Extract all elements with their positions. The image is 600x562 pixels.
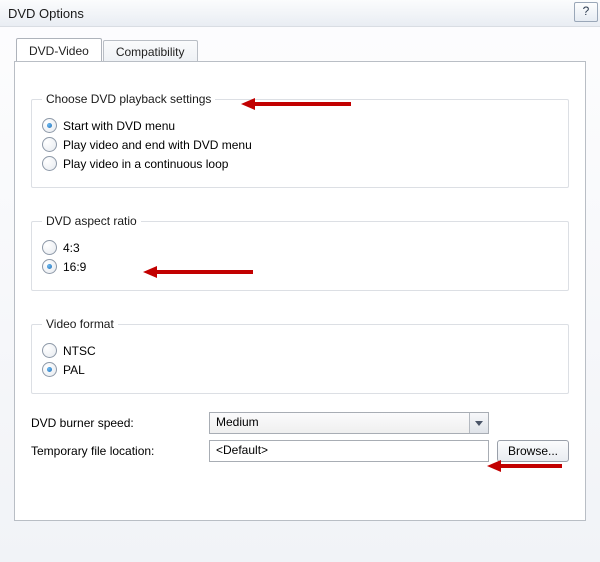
burner-speed-dropdown[interactable]: Medium bbox=[209, 412, 489, 434]
radio-icon bbox=[42, 118, 57, 133]
tabstrip: DVD-Video Compatibility bbox=[16, 37, 586, 61]
row-burner-speed: DVD burner speed: Medium bbox=[31, 412, 569, 434]
group-legend: DVD aspect ratio bbox=[42, 214, 141, 228]
row-temp-location: Temporary file location: <Default> Brows… bbox=[31, 440, 569, 462]
tab-label: Compatibility bbox=[116, 45, 185, 59]
radio-label: 4:3 bbox=[63, 241, 80, 255]
browse-button[interactable]: Browse... bbox=[497, 440, 569, 462]
tabpanel-dvd-video: Choose DVD playback settings Start with … bbox=[14, 61, 586, 521]
tab-dvd-video[interactable]: DVD-Video bbox=[16, 38, 102, 61]
dropdown-value: Medium bbox=[216, 415, 259, 429]
radio-icon bbox=[42, 156, 57, 171]
label-temp-location: Temporary file location: bbox=[31, 444, 201, 458]
radio-start-with-menu[interactable]: Start with DVD menu bbox=[42, 118, 558, 133]
radio-icon bbox=[42, 240, 57, 255]
radio-label: PAL bbox=[63, 363, 85, 377]
chevron-down-icon bbox=[469, 413, 488, 433]
radio-icon bbox=[42, 259, 57, 274]
tab-compatibility[interactable]: Compatibility bbox=[103, 40, 198, 62]
dvd-options-window: DVD Options ? DVD-Video Compatibility Ch… bbox=[0, 0, 600, 562]
text-value: <Default> bbox=[216, 443, 268, 457]
window-title: DVD Options bbox=[8, 6, 84, 21]
titlebar: DVD Options ? bbox=[0, 0, 600, 27]
radio-aspect-4-3[interactable]: 4:3 bbox=[42, 240, 558, 255]
tab-label: DVD-Video bbox=[29, 44, 89, 58]
label-burner-speed: DVD burner speed: bbox=[31, 416, 201, 430]
group-video-format: Video format NTSC PAL bbox=[31, 317, 569, 394]
button-label: Browse... bbox=[508, 444, 558, 458]
radio-aspect-16-9[interactable]: 16:9 bbox=[42, 259, 558, 274]
group-aspect-ratio: DVD aspect ratio 4:3 16:9 bbox=[31, 214, 569, 291]
radio-label: Start with DVD menu bbox=[63, 119, 175, 133]
group-playback-settings: Choose DVD playback settings Start with … bbox=[31, 92, 569, 188]
radio-continuous-loop[interactable]: Play video in a continuous loop bbox=[42, 156, 558, 171]
temp-location-field[interactable]: <Default> bbox=[209, 440, 489, 462]
radio-icon bbox=[42, 137, 57, 152]
radio-label: 16:9 bbox=[63, 260, 86, 274]
radio-icon bbox=[42, 343, 57, 358]
radio-label: Play video in a continuous loop bbox=[63, 157, 228, 171]
radio-label: Play video and end with DVD menu bbox=[63, 138, 252, 152]
group-legend: Video format bbox=[42, 317, 118, 331]
group-legend: Choose DVD playback settings bbox=[42, 92, 215, 106]
radio-play-then-menu[interactable]: Play video and end with DVD menu bbox=[42, 137, 558, 152]
radio-label: NTSC bbox=[63, 344, 96, 358]
help-icon: ? bbox=[583, 4, 590, 18]
radio-format-ntsc[interactable]: NTSC bbox=[42, 343, 558, 358]
client-area: DVD-Video Compatibility Choose DVD playb… bbox=[0, 27, 600, 521]
help-button[interactable]: ? bbox=[574, 2, 598, 22]
radio-format-pal[interactable]: PAL bbox=[42, 362, 558, 377]
radio-icon bbox=[42, 362, 57, 377]
